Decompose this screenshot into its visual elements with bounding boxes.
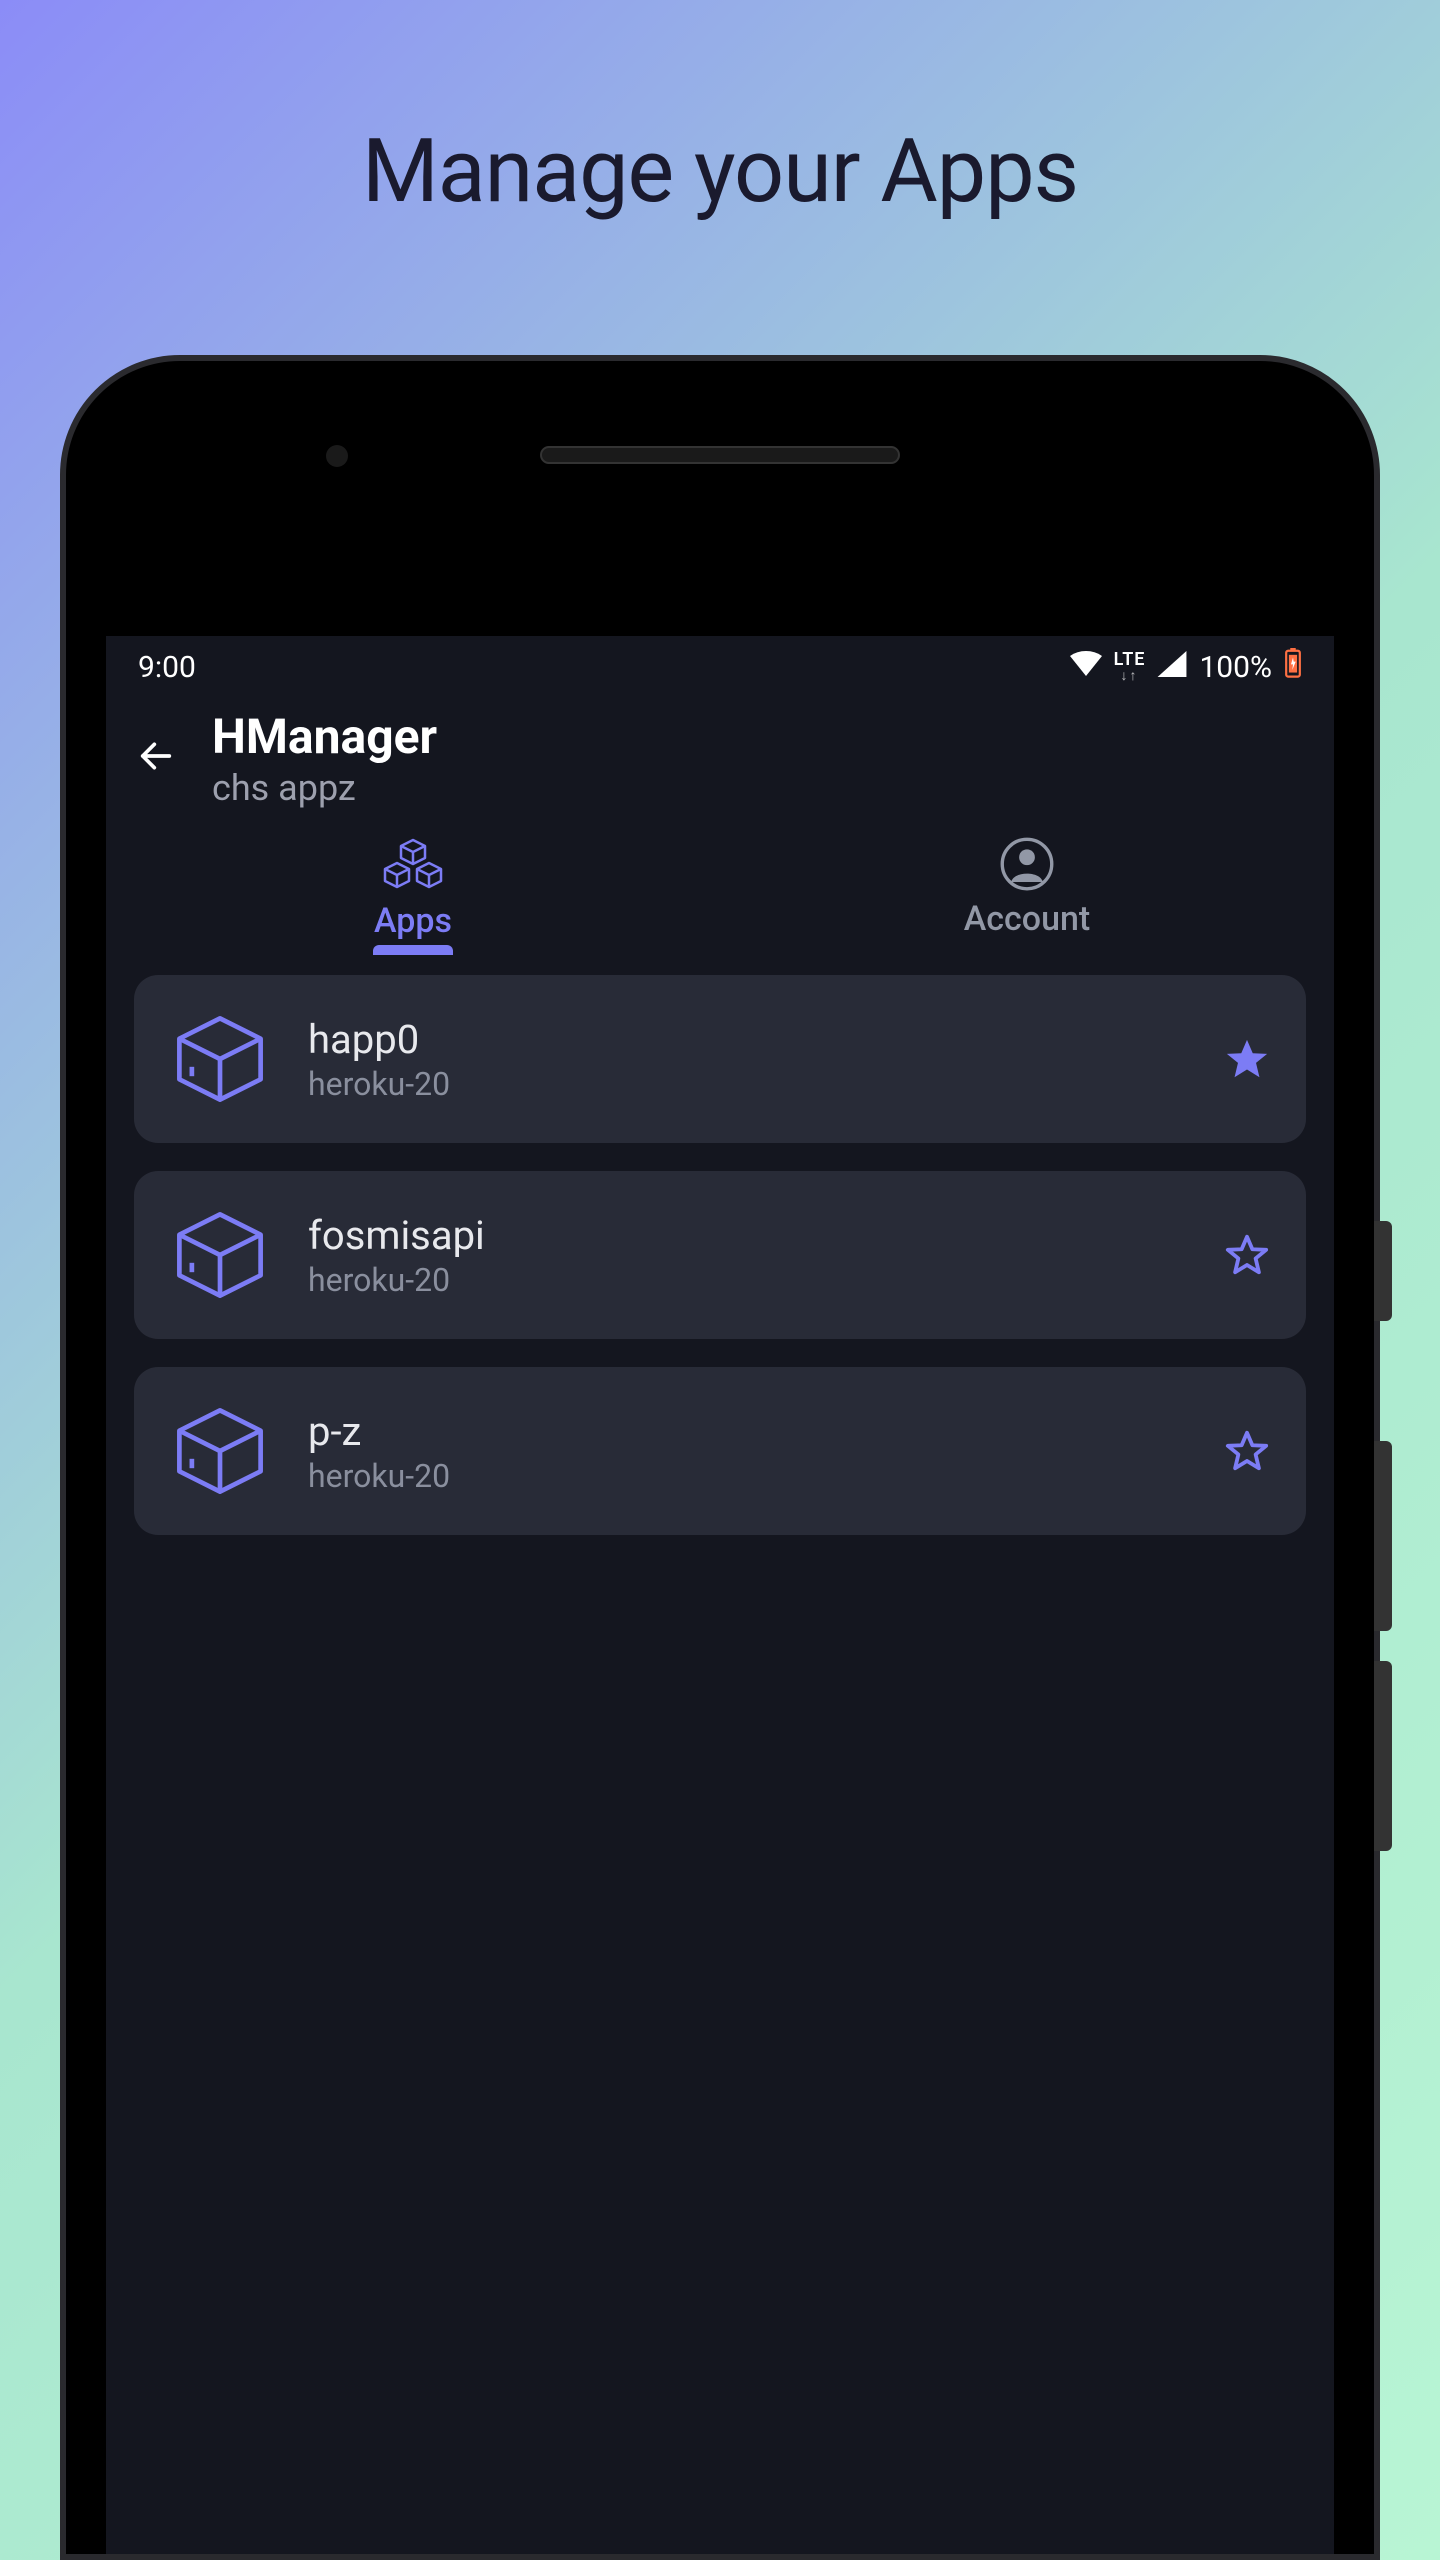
- app-screen: 9:00 LTE ↓↑ 100%: [106, 636, 1334, 2554]
- app-card[interactable]: happ0 heroku-20: [134, 975, 1306, 1143]
- app-stack: heroku-20: [308, 1065, 1186, 1103]
- lte-arrows: ↓↑: [1121, 669, 1139, 683]
- tab-account[interactable]: Account: [720, 827, 1334, 955]
- phone-camera-dot: [326, 445, 348, 467]
- app-header: HManager chs appz: [106, 698, 1334, 809]
- back-button[interactable]: [136, 708, 176, 780]
- header-titles: HManager chs appz: [212, 708, 1304, 809]
- app-stack: heroku-20: [308, 1261, 1186, 1299]
- app-name: p-z: [308, 1408, 1186, 1455]
- status-right: LTE ↓↑ 100%: [1070, 648, 1302, 686]
- lte-indicator: LTE ↓↑: [1114, 651, 1146, 683]
- promo-headline: Manage your Apps: [0, 0, 1440, 223]
- app-list: happ0 heroku-20: [106, 955, 1334, 1555]
- battery-pct: 100%: [1199, 650, 1272, 685]
- cube-icon: [170, 1009, 270, 1109]
- tab-apps[interactable]: Apps: [106, 827, 720, 955]
- status-bar: 9:00 LTE ↓↑ 100%: [106, 636, 1334, 698]
- app-title: HManager: [212, 708, 1304, 765]
- app-card[interactable]: fosmisapi heroku-20: [134, 1171, 1306, 1339]
- phone-frame: 9:00 LTE ↓↑ 100%: [60, 355, 1380, 2560]
- app-card[interactable]: p-z heroku-20: [134, 1367, 1306, 1535]
- app-card-texts: p-z heroku-20: [308, 1408, 1186, 1495]
- star-button[interactable]: [1224, 1232, 1270, 1278]
- signal-icon: [1157, 650, 1187, 685]
- phone-side-button: [1374, 1441, 1392, 1631]
- status-time: 9:00: [138, 650, 196, 685]
- app-card-texts: happ0 heroku-20: [308, 1016, 1186, 1103]
- lte-label: LTE: [1114, 651, 1146, 669]
- star-button[interactable]: [1224, 1036, 1270, 1082]
- wifi-icon: [1070, 650, 1102, 685]
- app-card-texts: fosmisapi heroku-20: [308, 1212, 1186, 1299]
- promo-background: Manage your Apps 9:00 LTE ↓↑: [0, 0, 1440, 2560]
- cube-icon: [170, 1401, 270, 1501]
- app-stack: heroku-20: [308, 1457, 1186, 1495]
- account-icon: [1000, 837, 1054, 891]
- cube-icon: [170, 1205, 270, 1305]
- app-subtitle: chs appz: [212, 767, 1304, 809]
- phone-side-button: [1374, 1661, 1392, 1851]
- tab-apps-label: Apps: [374, 901, 452, 941]
- star-button[interactable]: [1224, 1428, 1270, 1474]
- phone-side-button: [1374, 1221, 1392, 1321]
- packages-icon: [379, 837, 447, 893]
- tab-account-label: Account: [964, 899, 1091, 939]
- tab-bar: Apps Account: [106, 827, 1334, 955]
- app-name: happ0: [308, 1016, 1186, 1063]
- battery-icon: [1284, 648, 1302, 686]
- tab-indicator: [373, 945, 453, 955]
- phone-speaker: [540, 446, 900, 464]
- app-name: fosmisapi: [308, 1212, 1186, 1259]
